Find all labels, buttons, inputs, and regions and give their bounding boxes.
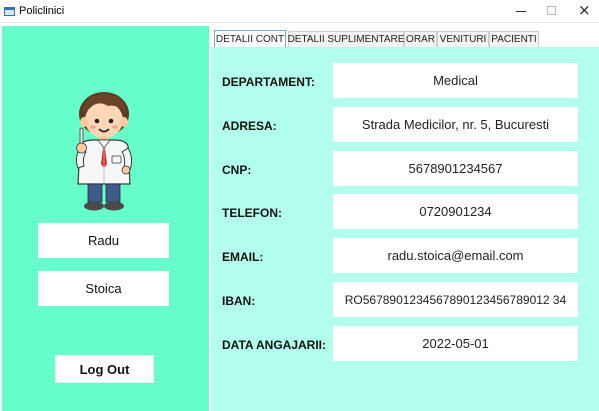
logout-button[interactable]: Log Out [55, 355, 154, 383]
tab-label: VENITURI [439, 34, 487, 45]
departament-label: DEPARTAMENT: [222, 75, 315, 89]
last-name-field: Stoica [38, 271, 169, 306]
email-label: EMAIL: [222, 250, 264, 264]
title-bar: Policlinici × [0, 0, 599, 23]
iban-text: RO5678901234567890123456789012 34 [344, 292, 567, 307]
doctor-avatar-icon [75, 92, 133, 211]
profile-sidebar: Radu Stoica Log Out [2, 26, 209, 411]
cnp-value: 5678901234567 [333, 151, 578, 186]
logout-label: Log Out [79, 361, 130, 377]
tab-label: DETALII CONT [215, 34, 285, 45]
telefon-value: 0720901234 [333, 194, 578, 229]
telefon-text: 0720901234 [419, 204, 492, 219]
departament-value: Medical [333, 63, 578, 98]
tab-label: ORAR [406, 34, 435, 45]
email-value: radu.stoica@email.com [333, 238, 578, 273]
iban-value: RO5678901234567890123456789012 34 [333, 282, 578, 317]
adresa-value: Strada Medicilor, nr. 5, Bucuresti [333, 107, 578, 142]
last-name-text: Stoica [85, 281, 122, 296]
app-window-icon [4, 7, 15, 16]
tab-bar: DETALII CONT DETALII SUPLIMENTARE ORAR V… [211, 26, 599, 49]
minimize-icon[interactable] [516, 11, 526, 12]
tab-pacienti[interactable]: PACIENTI [489, 31, 539, 48]
data-angajarii-label: DATA ANGAJARII: [222, 338, 326, 352]
tab-label: DETALII SUPLIMENTARE [287, 34, 405, 45]
data-angajarii-text: 2022-05-01 [422, 336, 489, 351]
tab-label: PACIENTI [491, 34, 537, 45]
adresa-label: ADRESA: [222, 119, 277, 133]
tab-venituri[interactable]: VENITURI [437, 31, 489, 48]
cnp-text: 5678901234567 [408, 161, 503, 176]
maximize-icon[interactable] [547, 6, 556, 15]
cnp-label: CNP: [222, 163, 252, 177]
window-title: Policlinici [19, 5, 65, 17]
tab-orar[interactable]: ORAR [404, 31, 437, 48]
data-angajarii-value: 2022-05-01 [333, 326, 578, 361]
telefon-label: TELEFON: [222, 206, 282, 220]
email-text: radu.stoica@email.com [387, 248, 524, 263]
departament-text: Medical [433, 73, 478, 88]
account-details-panel: DEPARTAMENT: Medical ADRESA: Strada Medi… [211, 47, 599, 411]
first-name-field: Radu [38, 223, 169, 258]
close-icon[interactable]: × [578, 1, 591, 19]
adresa-text: Strada Medicilor, nr. 5, Bucuresti [361, 117, 550, 132]
iban-label: IBAN: [222, 294, 256, 308]
first-name-text: Radu [87, 233, 120, 248]
tab-detalii-suplimentare[interactable]: DETALII SUPLIMENTARE [288, 31, 404, 48]
